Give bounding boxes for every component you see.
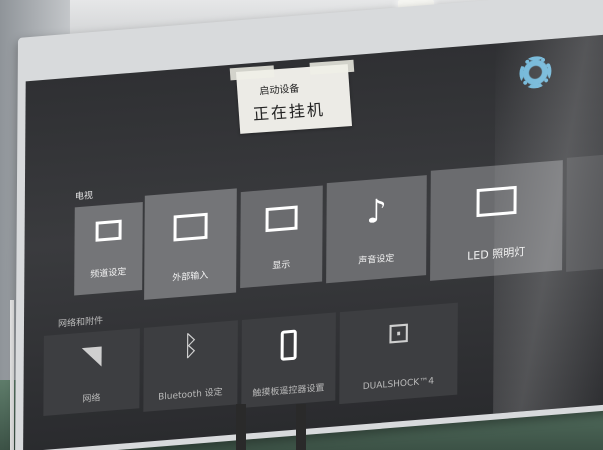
input-icon [173,212,208,242]
section-label-tv: 电视 [74,190,93,203]
cable [10,300,14,450]
tile-bluetooth[interactable]: ᛒ Bluetooth 设定 [143,320,238,412]
tile-label: 频道设定 [90,267,127,281]
music-note-icon: ♪ [366,191,387,231]
tile-label: 网络 [82,393,101,405]
note-line-1: 启动设备 [259,83,300,98]
tv-antenna-icon [95,219,122,242]
tile-label: Bluetooth 设定 [158,387,223,403]
remote-icon [280,329,297,361]
monitor-stand [296,404,306,450]
monitor-stand [236,404,246,450]
tile-channel-settings[interactable]: 频道设定 [74,201,143,296]
tape [309,59,355,75]
wifi-icon: ◥ [81,340,102,372]
handwritten-note: 启动设备 正在挂机 [229,59,355,134]
tile-dualshock4[interactable]: ⊡ DUALSHOCK™4 [339,302,458,405]
photo-scene: 电视 频道设定 外部输入 显示 ♪ 声音设定 LED 照明灯 [0,0,603,450]
tile-label: DUALSHOCK™4 [362,376,434,393]
tile-external-input[interactable]: 外部输入 [144,188,237,300]
tape [229,65,275,81]
tile-network[interactable]: ◥ 网络 [43,328,140,416]
tile-label: 外部输入 [172,270,209,284]
tile-sound-settings[interactable]: ♪ 声音设定 [326,175,427,284]
display-icon [265,205,298,233]
tile-label: 触摸板遥控器设置 [252,383,325,400]
bluetooth-icon: ᛒ [182,328,200,363]
tile-touchpad-remote[interactable]: 触摸板遥控器设置 [241,312,336,409]
tile-display[interactable]: 显示 [240,185,323,289]
gamepad-icon: ⊡ [386,315,411,351]
section-label-network: 网络和附件 [57,316,104,330]
tile-label: 声音设定 [358,253,395,267]
note-line-2: 正在挂机 [252,99,326,124]
tile-label: 显示 [272,260,291,272]
screen-glare [493,33,603,414]
